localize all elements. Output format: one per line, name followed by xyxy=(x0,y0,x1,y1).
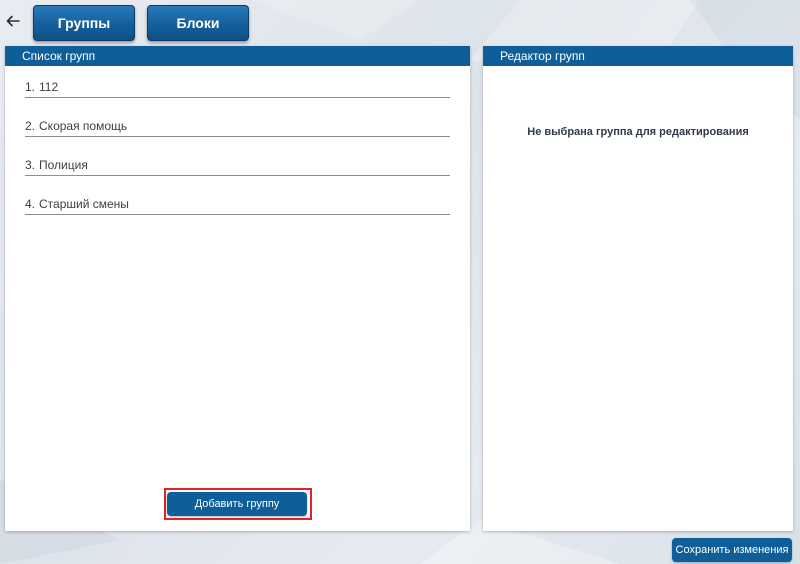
group-list-item[interactable]: 1. 112 xyxy=(25,80,450,98)
group-editor-panel-title: Редактор групп xyxy=(483,46,793,66)
back-button[interactable] xyxy=(3,12,23,32)
group-item-number: 3. xyxy=(25,158,36,172)
group-editor-panel: Редактор групп Не выбрана группа для ред… xyxy=(483,46,793,531)
group-list-panel: Список групп 1. 112 2. Скорая помощь 3. Пол… xyxy=(5,46,470,531)
group-item-name: Скорая помощь xyxy=(39,119,128,133)
groups-tab-button[interactable]: Группы xyxy=(33,5,135,41)
group-item-number: 1. xyxy=(25,80,36,94)
group-list: 1. 112 2. Скорая помощь 3. Полиция 4. Старши… xyxy=(25,80,450,236)
group-item-number: 2. xyxy=(25,119,36,133)
blocks-tab-button[interactable]: Блоки xyxy=(147,5,249,41)
group-list-item[interactable]: 3. Полиция xyxy=(25,158,450,176)
save-changes-button[interactable]: Сохранить изменения xyxy=(672,538,792,562)
group-item-number: 4. xyxy=(25,197,36,211)
group-list-item[interactable]: 2. Скорая помощь xyxy=(25,119,450,137)
group-list-panel-title: Список групп xyxy=(5,46,470,66)
arrow-left-icon xyxy=(6,15,20,27)
no-group-selected-message: Не выбрана группа для редактирования xyxy=(527,126,749,138)
group-list-item[interactable]: 4. Старший смены xyxy=(25,197,450,215)
group-item-name: Полиция xyxy=(39,158,88,172)
group-item-name: Старший смены xyxy=(39,197,129,211)
group-item-name: 112 xyxy=(39,80,59,94)
add-group-button[interactable]: Добавить группу xyxy=(167,492,307,516)
